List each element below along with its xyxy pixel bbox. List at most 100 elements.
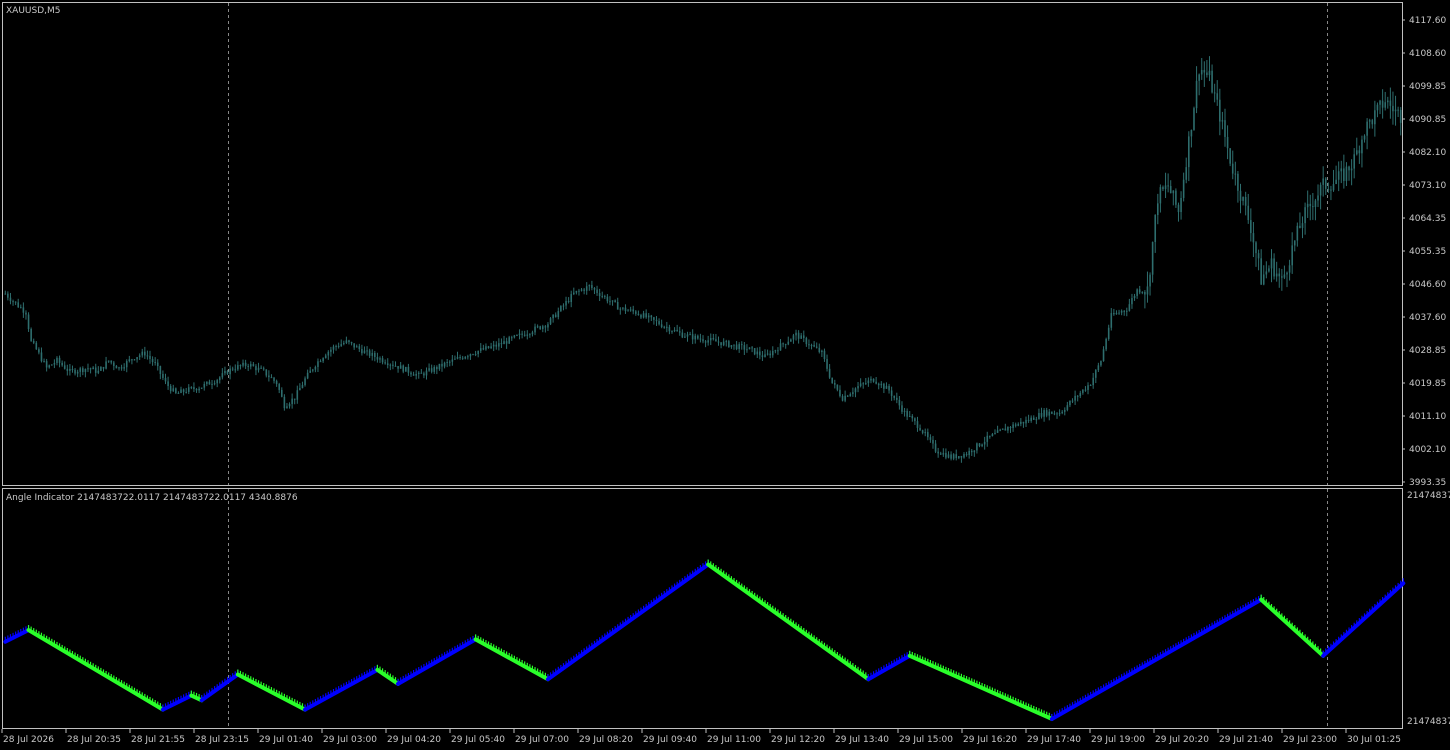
candle-body (932, 439, 934, 444)
candle-body (937, 451, 939, 454)
candle-body (1066, 405, 1069, 410)
candle-body (1288, 265, 1291, 273)
candle-body (782, 343, 784, 345)
candle-body (1177, 204, 1180, 213)
candle-body (694, 335, 697, 340)
candle-body (379, 358, 381, 360)
candle-body (175, 388, 177, 394)
candle-body (89, 368, 92, 370)
candle-body (167, 381, 169, 387)
candle-body (487, 346, 490, 349)
candle-body (945, 452, 947, 458)
candle-body (1278, 273, 1281, 277)
candle-body (743, 345, 746, 350)
candle-body (1159, 187, 1162, 204)
candle-body (1281, 276, 1283, 278)
candle-body (888, 385, 890, 391)
candle-body (229, 368, 231, 375)
candle-body (779, 343, 782, 351)
candle-body (531, 332, 534, 335)
candle-body (1182, 179, 1185, 198)
candle-body (629, 309, 632, 311)
candle-body (490, 346, 492, 349)
candle-body (1255, 242, 1257, 254)
candle-body (102, 366, 105, 369)
candle-body (252, 364, 255, 367)
price-tick-label: 4002.10 (1409, 445, 1446, 455)
candle-body (425, 370, 428, 376)
candle-body (578, 290, 580, 292)
candle-body (244, 362, 247, 366)
candle-body (1100, 361, 1102, 366)
candle-body (552, 314, 554, 319)
candle-body (857, 386, 859, 389)
candle-body (790, 339, 792, 342)
candle-body (296, 390, 299, 400)
candle-body (1087, 385, 1089, 390)
candle-body (353, 343, 355, 348)
candle-body (536, 326, 539, 328)
candle-body (738, 344, 740, 350)
candle-body (1399, 109, 1402, 123)
candle-body (76, 371, 79, 374)
candle-body (1265, 271, 1268, 275)
price-tick-label: 4082.10 (1409, 148, 1446, 158)
candle-body (38, 349, 40, 353)
candle-body (875, 381, 877, 384)
candle-body (678, 331, 681, 333)
candle-body (1353, 154, 1355, 169)
candle-body (583, 289, 585, 291)
candle-body (1092, 377, 1094, 386)
candle-body (883, 383, 885, 389)
candle-body (1118, 312, 1120, 314)
candle-body (562, 305, 565, 307)
time-tick-label: 28 Jul 21:55 (131, 735, 185, 745)
candle-body (123, 367, 125, 369)
time-tick-label: 30 Jul 01:25 (1347, 735, 1401, 745)
candle-body (598, 293, 601, 297)
candle-body (1299, 225, 1301, 228)
candle-body (508, 337, 510, 344)
candle-body (1172, 190, 1175, 194)
candle-body (32, 340, 35, 343)
candle-body (454, 358, 456, 360)
candle-body (1131, 298, 1133, 305)
candle-body (702, 339, 704, 342)
candle-body (1185, 167, 1188, 180)
candle-body (795, 332, 797, 336)
candle-body (544, 326, 547, 328)
candle-body (51, 364, 53, 366)
candle-body (1056, 413, 1058, 415)
candle-body (193, 387, 195, 389)
candle-body (312, 369, 314, 371)
candle-body (720, 342, 722, 346)
candle-body (986, 435, 989, 442)
candle-body (1322, 178, 1324, 185)
mt-chart-window[interactable]: 4117.60 4108.60 4099.85 4090.85 4082.10 4073.… (0, 0, 1450, 750)
price-axis: 4117.60 4108.60 4099.85 4090.85 4082.10 4073.… (1402, 16, 1446, 488)
price-pane[interactable] (2, 2, 1403, 486)
candle-body (477, 350, 479, 355)
candle-body (903, 410, 906, 412)
candle-body (1169, 186, 1172, 194)
candle-body (560, 306, 562, 312)
candle-body (324, 355, 327, 359)
candle-body (415, 373, 417, 376)
candle-body (100, 366, 102, 371)
candle-body (965, 454, 968, 456)
time-tick-label: 29 Jul 23:00 (1283, 735, 1337, 745)
candle-body (45, 361, 48, 368)
candle-body (392, 364, 394, 366)
candle-body (963, 454, 965, 458)
candle-body (1216, 93, 1219, 100)
candle-body (606, 296, 609, 302)
candle-body (867, 380, 870, 384)
candle-body (467, 356, 469, 358)
candle-body (939, 453, 942, 455)
candle-body (1291, 245, 1293, 266)
candle-body (864, 383, 867, 385)
candle-body (164, 377, 167, 382)
candle-body (7, 293, 9, 298)
candle-body (394, 365, 397, 367)
candle-body (1374, 110, 1376, 125)
